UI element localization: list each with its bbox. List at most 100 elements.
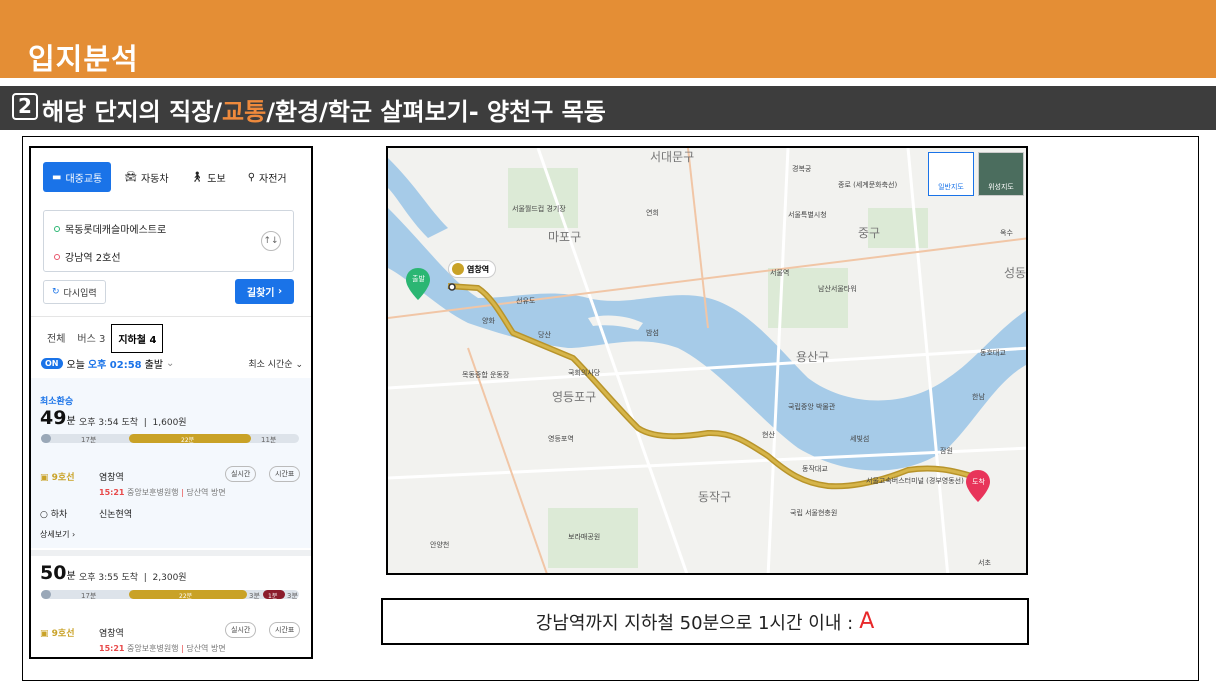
origin-dot-icon <box>54 225 60 232</box>
details-label: 상세보기 <box>40 530 70 539</box>
search-route-button[interactable]: 길찾기 › <box>235 279 294 304</box>
segment-bus: 1분 <box>268 593 278 600</box>
route-map[interactable]: 출발 도착 염창역 일반지도 위성지도 서대문구 마포구 중구 용산구 영등포구… <box>386 146 1028 575</box>
destination-field[interactable]: 강남역 2호선 <box>54 249 121 264</box>
place-label: 동작대교 <box>802 465 828 473</box>
fare: 2,300원 <box>152 573 187 583</box>
sort-label: 최소 시간순 <box>248 360 293 370</box>
district-label: 성동 <box>1004 266 1027 280</box>
walk-icon: 🚶︎ <box>190 171 204 183</box>
mode-bicycle[interactable]: ⚲ 자전거 <box>239 162 296 192</box>
place-label: 세빛섬 <box>850 435 870 443</box>
duration-value: 50 <box>40 562 67 584</box>
route-meta: 오후 3:55 도착 | 2,300원 <box>79 573 187 583</box>
tab-bus[interactable]: 버스 3 <box>71 324 111 353</box>
alight-station: 신논현역 <box>99 510 133 520</box>
details-link[interactable]: 상세보기 › <box>40 529 75 540</box>
divider <box>31 316 311 317</box>
segment-walk-3: 3분 <box>287 592 298 600</box>
end-pin[interactable]: 도착 <box>972 477 985 487</box>
mode-car[interactable]: 🚘︎ 자동차 <box>115 162 177 192</box>
page-title: 입지분석 <box>28 42 139 76</box>
refresh-icon: ↻ <box>52 287 60 297</box>
today-label: 오늘 <box>66 360 85 371</box>
place-label: 보라매공원 <box>568 533 601 541</box>
place-label: 한남 <box>972 393 985 401</box>
train-direction: 당산역 방면 <box>186 644 226 653</box>
subway-line-label: ▣ 9호선 <box>40 626 74 639</box>
destination-dot-icon <box>54 253 60 260</box>
section-bar: 2 해당 단지의 직장/교통/환경/학군 살펴보기- 양천구 목동 <box>0 86 1216 130</box>
line-name: 9호선 <box>51 473 75 483</box>
train-info: 15:21 중앙보훈병원행 | 당산역 방면 <box>99 488 226 497</box>
route-duration: 50분 <box>40 562 76 584</box>
on-badge[interactable]: ON <box>41 358 63 369</box>
analysis-caption: 강남역까지 지하철 50분으로 1시간 이내 : A <box>381 598 1029 645</box>
timetable-button[interactable]: 시간표 <box>269 622 301 638</box>
heading-text-1: 해당 단지의 직장/ <box>42 98 223 126</box>
duration-unit: 분 <box>66 571 76 582</box>
destination-text: 강남역 2호선 <box>65 253 121 264</box>
mode-label: 자동차 <box>140 173 169 185</box>
segment-ride: 22분 <box>179 593 193 600</box>
realtime-button[interactable]: 실시간 <box>225 466 257 482</box>
route-card-1[interactable] <box>31 378 311 548</box>
mode-transit[interactable]: ▬ 대중교통 <box>43 162 112 192</box>
place-label: 잠원 <box>940 447 953 455</box>
train-direction: 당산역 방면 <box>186 488 226 497</box>
timetable-button[interactable]: 시간표 <box>269 466 301 482</box>
train-icon: ▣ <box>40 473 49 483</box>
mode-walk[interactable]: 🚶︎ 도보 <box>182 162 235 192</box>
map-type-normal[interactable]: 일반지도 <box>928 152 974 196</box>
place-label: 서초 <box>978 559 991 567</box>
place-label: 서울역 <box>770 269 790 277</box>
station-badge[interactable]: 염창역 <box>448 260 497 278</box>
mode-label: 도보 <box>207 173 226 185</box>
car-icon: 🚘︎ <box>124 171 137 183</box>
district-label: 중구 <box>858 226 881 240</box>
swap-icon[interactable]: ↑↓ <box>261 231 281 251</box>
line-name: 9호선 <box>51 629 75 639</box>
place-label: 국립중앙 박물관 <box>788 403 836 411</box>
place-label: 양화 <box>482 317 495 325</box>
caption-text: 강남역까지 지하철 50분으로 1시간 이내 : <box>535 612 854 634</box>
mode-label: 대중교통 <box>65 173 103 185</box>
depart-suffix: 출발 <box>144 360 164 371</box>
place-label: 종로 (세계문화축선) <box>838 181 898 189</box>
route-duration: 49분 <box>40 407 76 429</box>
depart-time[interactable]: 오후 02:58 <box>88 356 142 371</box>
duration-value: 49 <box>40 407 67 429</box>
map-type-switch: 일반지도 위성지도 <box>928 152 1024 196</box>
place-label: 밤섬 <box>646 329 659 337</box>
train-desc: 중앙보훈병원행 <box>127 644 179 653</box>
section-heading: 해당 단지의 직장/교통/환경/학군 살펴보기- 양천구 목동 <box>42 92 606 127</box>
section-number: 2 <box>12 93 38 120</box>
place-label: 서울월드컵 경기장 <box>512 205 566 213</box>
tab-subway[interactable]: 지하철 4 <box>111 324 164 353</box>
district-label: 마포구 <box>548 230 582 244</box>
place-label: 국회의사당 <box>568 369 601 377</box>
reset-button[interactable]: ↻ 다시입력 <box>43 280 106 304</box>
origin-text: 목동롯데캐슬마에스트로 <box>65 225 167 236</box>
arrive-time: 오후 3:54 도착 <box>79 418 139 428</box>
place-label: 당산 <box>538 331 551 339</box>
map-type-satellite[interactable]: 위성지도 <box>978 152 1024 196</box>
place-label: 영등포역 <box>548 435 574 443</box>
caption-grade: A <box>859 609 875 634</box>
segment-walk-2: 11분 <box>261 436 277 444</box>
segment-walk-2: 3분 <box>249 592 260 600</box>
board-station: 염창역 <box>99 629 124 639</box>
sort-dropdown[interactable]: 최소 시간순 ⌄ <box>248 357 303 370</box>
directions-panel: ▬ 대중교통 🚘︎ 자동차 🚶︎ 도보 ⚲ 자전거 목동롯데캐슬마에스트로 강남역 2호… <box>29 146 313 659</box>
tab-all[interactable]: 전체 <box>41 324 71 353</box>
board-station: 염창역 <box>99 473 124 483</box>
district-label: 영등포구 <box>552 390 597 404</box>
place-label: 경복궁 <box>792 165 812 173</box>
place-label: 서울고속버스터미널 (경부영동선) <box>866 477 964 485</box>
start-pin[interactable]: 출발 <box>412 274 425 284</box>
bus-icon: ▬ <box>52 171 62 183</box>
walk-icon <box>41 590 51 599</box>
origin-field[interactable]: 목동롯데캐슬마에스트로 <box>54 221 166 236</box>
realtime-button[interactable]: 실시간 <box>225 622 257 638</box>
alight-text: 하차 <box>50 510 68 520</box>
